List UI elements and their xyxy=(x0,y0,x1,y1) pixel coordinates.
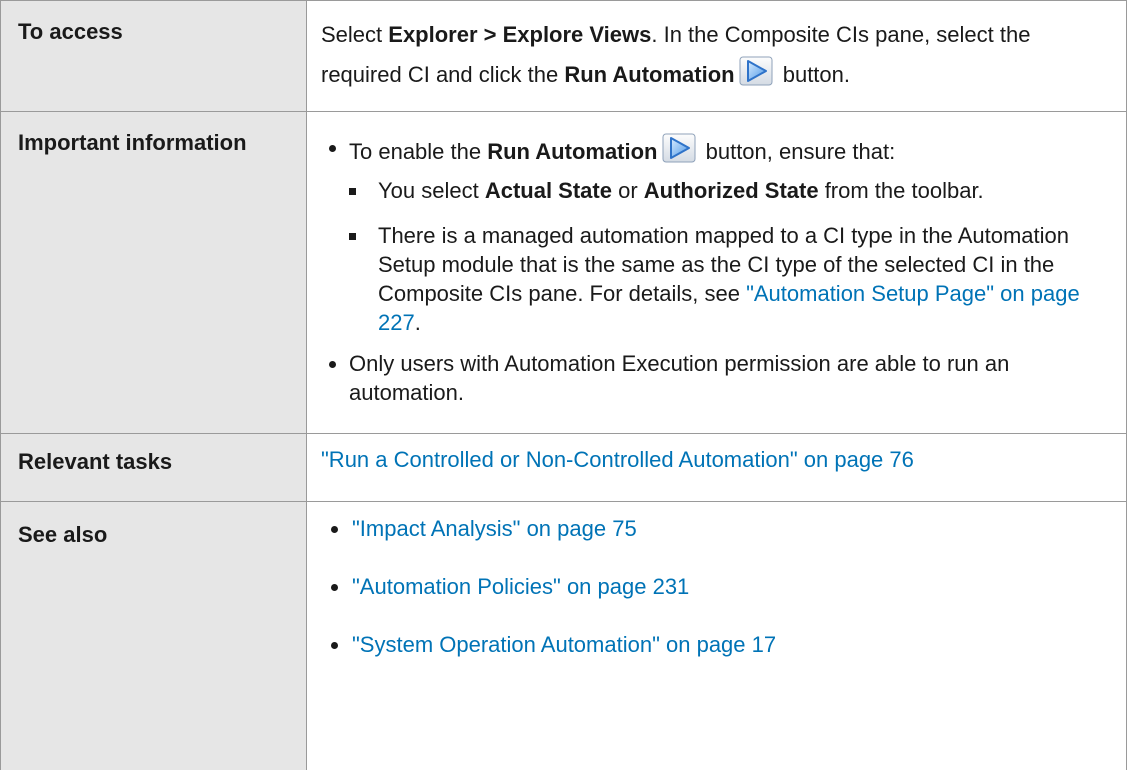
row-important-information: Important information To enable the Run … xyxy=(1,112,1127,434)
square-bullet-icon xyxy=(349,233,356,240)
list-item: "Impact Analysis" on page 75 xyxy=(321,514,1108,543)
sub1-text-1: You select xyxy=(378,178,485,203)
list-item: To enable the Run Automation button, ens… xyxy=(321,122,1108,337)
bullet-icon xyxy=(329,145,336,152)
bullet-icon xyxy=(331,526,338,533)
row-body-see-also: "Impact Analysis" on page 75 "Automation… xyxy=(307,502,1127,770)
list-item: You select Actual State or Authorized St… xyxy=(349,176,1108,205)
run-automation-label: Run Automation xyxy=(487,139,657,164)
list-item: There is a managed automation mapped to … xyxy=(349,221,1108,337)
list-item: "Automation Policies" on page 231 xyxy=(321,572,1108,601)
sub1-text-2: or xyxy=(612,178,644,203)
row-relevant-tasks: Relevant tasks "Run a Controlled or Non-… xyxy=(1,434,1127,502)
see-also-list: "Impact Analysis" on page 75 "Automation… xyxy=(321,514,1108,659)
sub1-text-3: from the toolbar. xyxy=(819,178,984,203)
list-item: Only users with Automation Execution per… xyxy=(321,349,1108,407)
bullet-icon xyxy=(331,642,338,649)
access-text-1: Select xyxy=(321,22,388,47)
sub-list: You select Actual State or Authorized St… xyxy=(349,176,1108,337)
actual-state-label: Actual State xyxy=(485,178,612,203)
play-triangle-icon xyxy=(739,56,773,86)
info-item2-text: Only users with Automation Execution per… xyxy=(349,351,1009,405)
row-header-relevant-tasks: Relevant tasks xyxy=(1,434,307,502)
bullet-icon xyxy=(331,584,338,591)
row-header-important-information: Important information xyxy=(1,112,307,434)
row-to-access: To access Select Explorer > Explore View… xyxy=(1,1,1127,112)
access-text-3: button. xyxy=(777,62,850,87)
row-see-also: See also "Impact Analysis" on page 75 "A… xyxy=(1,502,1127,770)
authorized-state-label: Authorized State xyxy=(644,178,819,203)
sub2-text-2: . xyxy=(415,310,421,335)
bullet-icon xyxy=(329,361,336,368)
info-item1-text-1: To enable the xyxy=(349,139,487,164)
important-info-list: To enable the Run Automation button, ens… xyxy=(321,122,1108,407)
row-body-to-access: Select Explorer > Explore Views. In the … xyxy=(307,1,1127,112)
row-body-important-information: To enable the Run Automation button, ens… xyxy=(307,112,1127,434)
info-item1-text-2: button, ensure that: xyxy=(700,139,896,164)
list-item: "System Operation Automation" on page 17 xyxy=(321,630,1108,659)
impact-analysis-link[interactable]: "Impact Analysis" on page 75 xyxy=(352,516,637,541)
row-body-relevant-tasks: "Run a Controlled or Non-Controlled Auto… xyxy=(307,434,1127,502)
row-header-to-access: To access xyxy=(1,1,307,112)
play-triangle-icon xyxy=(662,133,696,163)
info-table: To access Select Explorer > Explore View… xyxy=(0,0,1127,770)
square-bullet-icon xyxy=(349,188,356,195)
explorer-views-path: Explorer > Explore Views xyxy=(388,22,651,47)
system-operation-automation-link[interactable]: "System Operation Automation" on page 17 xyxy=(352,632,776,657)
run-automation-task-link[interactable]: "Run a Controlled or Non-Controlled Auto… xyxy=(321,447,914,472)
run-automation-label: Run Automation xyxy=(564,62,734,87)
row-header-see-also: See also xyxy=(1,502,307,770)
automation-policies-link[interactable]: "Automation Policies" on page 231 xyxy=(352,574,689,599)
